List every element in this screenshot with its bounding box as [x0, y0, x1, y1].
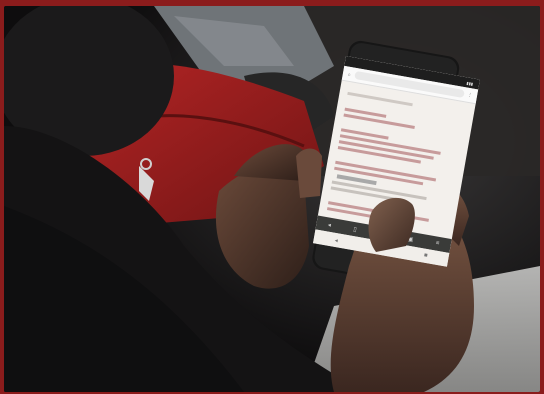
nav-recents-icon[interactable]: ■ — [423, 253, 428, 260]
signal-wifi-battery-icons: ▮▮▮ — [466, 79, 474, 86]
back-icon[interactable]: ◂ — [327, 221, 331, 228]
more-vert-icon[interactable]: ⋮ — [467, 92, 472, 99]
tabs-icon[interactable]: ▣ — [407, 235, 414, 243]
share-icon[interactable]: ⤴ — [378, 229, 385, 239]
home-icon[interactable]: ⌂ — [348, 71, 352, 76]
photo-frame: ▮▮▮ ⌂ ⋮ ◂ ▯ ⤴ ▣ ≡ ◂ ● ■ — [4, 6, 540, 392]
background-scene — [4, 6, 540, 392]
nav-back-icon[interactable]: ◂ — [334, 236, 338, 243]
bookmark-icon[interactable]: ▯ — [353, 225, 357, 232]
nav-home-icon[interactable]: ● — [379, 245, 384, 252]
menu-icon[interactable]: ≡ — [435, 240, 440, 247]
page-content — [318, 81, 476, 242]
